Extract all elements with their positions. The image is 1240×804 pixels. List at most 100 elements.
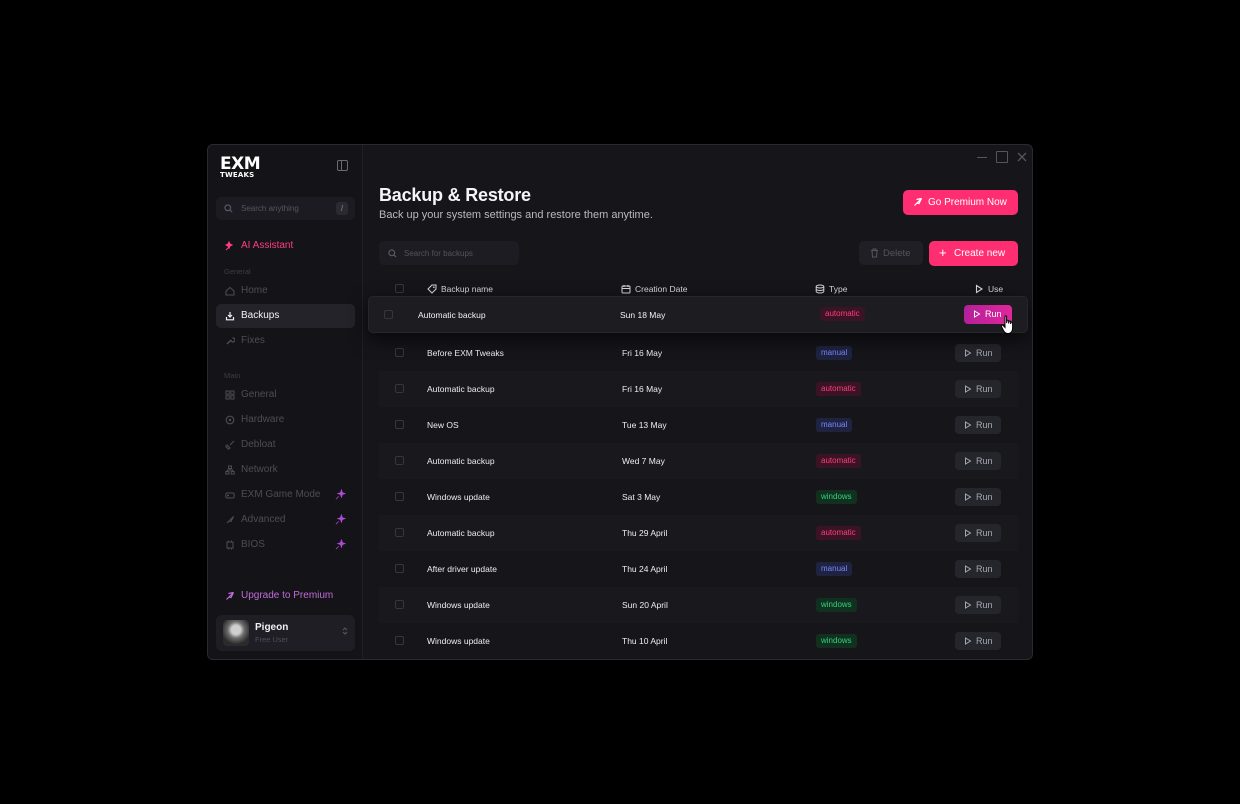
- network-icon: [225, 465, 235, 475]
- avatar: [223, 620, 249, 646]
- backup-name: Windows update: [427, 636, 490, 646]
- sidebar-item-hardware[interactable]: Hardware: [216, 408, 355, 432]
- go-premium-button[interactable]: Go Premium Now: [903, 190, 1018, 215]
- run-button[interactable]: Run: [955, 524, 1001, 542]
- run-button[interactable]: Run: [955, 596, 1001, 614]
- backup-name: Automatic backup: [427, 528, 495, 538]
- rocket-icon: [226, 591, 235, 600]
- grid-icon: [225, 390, 235, 400]
- row-checkbox[interactable]: [395, 348, 404, 357]
- row-checkbox[interactable]: [395, 528, 404, 537]
- upgrade-to-premium-link[interactable]: Upgrade to Premium: [216, 584, 355, 608]
- run-button[interactable]: Run: [955, 632, 1001, 650]
- table-row[interactable]: New OS Tue 13 May manual Run: [379, 407, 1018, 443]
- user-profile-card[interactable]: Pigeon Free User: [216, 615, 355, 651]
- chevron-updown-icon: [342, 627, 348, 635]
- go-premium-label: Go Premium Now: [928, 197, 1007, 208]
- sidebar-item-network[interactable]: Network: [216, 458, 355, 482]
- sidebar-item-game-mode[interactable]: EXM Game Mode: [216, 483, 355, 507]
- sidebar-item-fixes[interactable]: Fixes: [216, 329, 355, 353]
- table-row[interactable]: Automatic backup Fri 16 May automatic Ru…: [379, 371, 1018, 407]
- wrench-icon: [226, 337, 235, 345]
- type-badge: automatic: [816, 526, 861, 540]
- global-search-input[interactable]: Search anything /: [216, 197, 355, 220]
- logo-subtext: TWEAKS: [220, 170, 255, 179]
- backup-search-input[interactable]: Search for backups: [379, 241, 519, 265]
- backup-name: Automatic backup: [418, 310, 486, 320]
- section-label-main: Main: [224, 371, 241, 380]
- app-window: EXM TWEAKS Search anything / AI Assistan…: [207, 144, 1033, 660]
- select-all-checkbox[interactable]: [395, 284, 404, 293]
- broom-icon: [225, 440, 235, 450]
- table-row[interactable]: Before EXM Tweaks Fri 16 May manual Run: [379, 335, 1018, 371]
- play-icon: [965, 493, 972, 501]
- creation-date: Sat 3 May: [622, 492, 661, 502]
- close-icon[interactable]: [1016, 151, 1028, 163]
- table-row[interactable]: Automatic backup Thu 29 April automatic …: [379, 515, 1018, 551]
- sidebar-item-label: Fixes: [241, 335, 265, 346]
- sidebar-item-label: Backups: [241, 310, 280, 321]
- run-button[interactable]: Run: [955, 452, 1001, 470]
- run-button[interactable]: Run: [955, 560, 1001, 578]
- search-icon: [388, 249, 397, 258]
- sidebar-item-label: Hardware: [241, 414, 285, 425]
- type-badge: manual: [816, 418, 853, 432]
- row-checkbox[interactable]: [384, 310, 393, 319]
- backup-name: Before EXM Tweaks: [427, 348, 504, 358]
- page-title: Backup & Restore: [379, 185, 531, 205]
- table-row[interactable]: Windows update Thu 10 April windows Run: [379, 623, 1018, 659]
- table-row[interactable]: Windows update Sun 20 April windows Run: [379, 587, 1018, 623]
- creation-date: Tue 13 May: [622, 420, 667, 430]
- database-icon: [815, 284, 825, 294]
- row-checkbox[interactable]: [395, 564, 404, 573]
- sidebar-item-debloat[interactable]: Debloat: [216, 433, 355, 457]
- type-badge: automatic: [816, 454, 861, 468]
- table-row[interactable]: Automatic backup Wed 7 May automatic Run: [379, 443, 1018, 479]
- run-button[interactable]: Run: [955, 488, 1001, 506]
- rocket-icon: [914, 197, 923, 206]
- row-checkbox[interactable]: [395, 384, 404, 393]
- table-row[interactable]: After driver update Thu 24 April manual …: [379, 551, 1018, 587]
- delete-button[interactable]: Delete: [859, 241, 923, 265]
- creation-date: Thu 10 April: [622, 636, 668, 646]
- table-row-hovered[interactable]: Automatic backup Sun 18 May automatic Ru…: [368, 296, 1028, 334]
- run-label: Run: [976, 348, 993, 358]
- run-label: Run: [976, 564, 993, 574]
- play-icon: [965, 421, 972, 429]
- minimize-icon[interactable]: [976, 151, 988, 163]
- chip-icon: [226, 540, 234, 550]
- trash-icon: [871, 248, 878, 258]
- backup-name: Automatic backup: [427, 456, 495, 466]
- run-button[interactable]: Run: [955, 380, 1001, 398]
- sidebar-item-ai-assistant[interactable]: AI Assistant: [216, 234, 355, 258]
- row-checkbox[interactable]: [395, 492, 404, 501]
- create-new-button[interactable]: + Create new: [929, 241, 1018, 266]
- creation-date: Thu 24 April: [622, 564, 668, 574]
- column-label: Backup name: [441, 284, 493, 294]
- sidebar-item-bios[interactable]: BIOS: [216, 533, 355, 557]
- type-badge: windows: [816, 598, 857, 612]
- search-placeholder: Search for backups: [404, 249, 473, 258]
- sidebar-item-advanced[interactable]: Advanced: [216, 508, 355, 532]
- row-checkbox[interactable]: [395, 636, 404, 645]
- sidebar-item-home[interactable]: Home: [216, 279, 355, 303]
- play-icon: [975, 284, 984, 294]
- play-icon: [965, 565, 972, 573]
- search-placeholder: Search anything: [241, 204, 299, 213]
- upgrade-label: Upgrade to Premium: [241, 590, 334, 601]
- type-badge: windows: [816, 490, 857, 504]
- play-icon: [965, 529, 972, 537]
- table-row[interactable]: Windows update Sat 3 May windows Run: [379, 479, 1018, 515]
- type-badge: windows: [816, 634, 857, 648]
- sidebar-item-general[interactable]: General: [216, 383, 355, 407]
- run-button[interactable]: Run: [955, 416, 1001, 434]
- row-checkbox[interactable]: [395, 600, 404, 609]
- maximize-icon[interactable]: [996, 151, 1008, 163]
- column-label: Creation Date: [635, 284, 688, 294]
- row-checkbox[interactable]: [395, 456, 404, 465]
- sidebar-toggle-icon[interactable]: [337, 160, 348, 171]
- row-checkbox[interactable]: [395, 420, 404, 429]
- sidebar-item-backups[interactable]: Backups: [216, 304, 355, 328]
- run-button[interactable]: Run: [955, 344, 1001, 362]
- play-icon: [974, 310, 981, 318]
